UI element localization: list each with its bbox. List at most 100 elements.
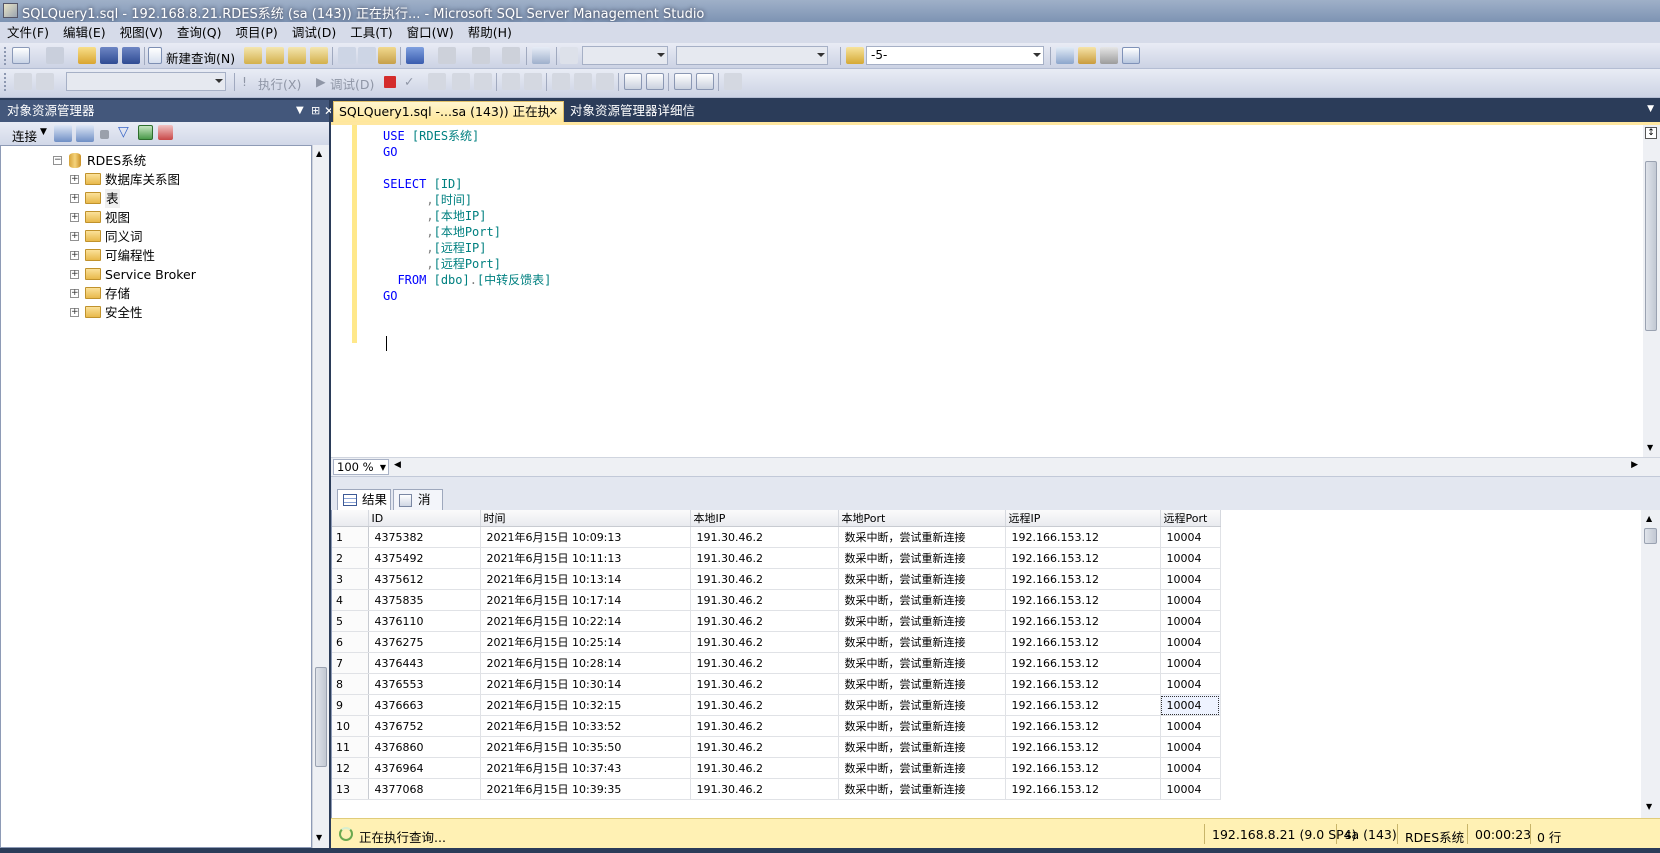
table-cell[interactable]: 191.30.46.2 bbox=[690, 715, 839, 737]
tab-messages[interactable]: 消息 bbox=[393, 489, 443, 527]
expand-icon[interactable]: + bbox=[70, 175, 79, 184]
db-engine-query-icon[interactable] bbox=[244, 47, 262, 64]
copy-icon[interactable] bbox=[358, 47, 376, 64]
table-cell[interactable]: 数采中断，尝试重新连接 bbox=[838, 673, 1006, 695]
display-plan-icon[interactable] bbox=[428, 73, 446, 90]
table-cell[interactable]: 2021年6月15日 10:39:35 bbox=[480, 778, 691, 800]
row-number[interactable]: 9 bbox=[332, 694, 369, 716]
menu-file[interactable]: 文件(F) bbox=[0, 22, 56, 43]
table-cell[interactable]: 4376553 bbox=[368, 673, 481, 695]
properties-icon[interactable] bbox=[1100, 47, 1118, 64]
table-cell[interactable]: 10004 bbox=[1160, 589, 1221, 611]
scroll-right-icon[interactable]: ▶ bbox=[1631, 460, 1638, 470]
redo-icon[interactable] bbox=[438, 47, 456, 64]
table-cell[interactable]: 191.30.46.2 bbox=[690, 568, 839, 590]
register-icon[interactable] bbox=[54, 125, 72, 142]
table-cell[interactable]: 192.166.153.12 bbox=[1005, 715, 1161, 737]
menu-edit[interactable]: 编辑(E) bbox=[56, 22, 113, 43]
table-cell[interactable]: 数采中断，尝试重新连接 bbox=[838, 589, 1006, 611]
table-cell[interactable]: 191.30.46.2 bbox=[690, 694, 839, 716]
include-plan-icon[interactable] bbox=[502, 73, 520, 90]
table-row[interactable]: 1 4375382 2021年6月15日 10:09:13 191.30.46.2 数采… bbox=[332, 526, 1221, 548]
toolbar-grip[interactable] bbox=[4, 47, 7, 65]
results-grid[interactable]: ID 时间 本地IP 本地Port 远程IP 远程Port 1 4375382 20… bbox=[331, 510, 1641, 818]
row-number[interactable]: 8 bbox=[332, 673, 369, 695]
table-row[interactable]: 10 4376752 2021年6月15日 10:33:52 191.30.46.2 数… bbox=[332, 715, 1221, 737]
column-header-local-port[interactable]: 本地Port bbox=[838, 510, 1006, 527]
scroll-thumb[interactable] bbox=[315, 667, 327, 767]
new-project-icon[interactable] bbox=[12, 47, 30, 64]
table-row[interactable]: 13 4377068 2021年6月15日 10:39:35 191.30.46.2 数… bbox=[332, 778, 1221, 800]
table-cell[interactable]: 数采中断，尝试重新连接 bbox=[838, 610, 1006, 632]
table-cell[interactable]: 191.30.46.2 bbox=[690, 778, 839, 800]
scroll-down-icon[interactable]: ▼ bbox=[1647, 443, 1653, 452]
table-cell[interactable]: 192.166.153.12 bbox=[1005, 631, 1161, 653]
tree-node-programmability[interactable]: + 可编程性 bbox=[70, 246, 300, 265]
table-cell[interactable]: 数采中断，尝试重新连接 bbox=[838, 547, 1006, 569]
table-cell[interactable]: 4376752 bbox=[368, 715, 481, 737]
table-cell[interactable]: 2021年6月15日 10:28:14 bbox=[480, 652, 691, 674]
comment-lines-icon[interactable] bbox=[624, 73, 642, 90]
column-header-remote-ip[interactable]: 远程IP bbox=[1005, 510, 1161, 527]
scroll-down-icon[interactable]: ▼ bbox=[316, 833, 322, 842]
table-cell[interactable]: 2021年6月15日 10:33:52 bbox=[480, 715, 691, 737]
table-cell[interactable]: 2021年6月15日 10:37:43 bbox=[480, 757, 691, 779]
expand-icon[interactable]: + bbox=[70, 251, 79, 260]
connect-icon[interactable] bbox=[14, 73, 32, 90]
table-cell[interactable]: 2021年6月15日 10:25:14 bbox=[480, 631, 691, 653]
editor-vertical-scrollbar[interactable]: ↕ ▼ bbox=[1643, 125, 1660, 457]
table-cell[interactable]: 4375492 bbox=[368, 547, 481, 569]
new-query-button[interactable]: 新建查询(N) bbox=[166, 48, 235, 67]
table-row[interactable]: 9 4376663 2021年6月15日 10:32:15 191.30.46.2 数采… bbox=[332, 694, 1221, 716]
decrease-indent-icon[interactable] bbox=[674, 73, 692, 90]
table-cell[interactable]: 2021年6月15日 10:35:50 bbox=[480, 736, 691, 758]
table-cell[interactable]: 192.166.153.12 bbox=[1005, 547, 1161, 569]
solution-config-combo[interactable] bbox=[582, 46, 668, 65]
registered-servers-icon[interactable] bbox=[1056, 47, 1074, 64]
table-cell[interactable]: 192.166.153.12 bbox=[1005, 652, 1161, 674]
table-cell[interactable]: 2021年6月15日 10:11:13 bbox=[480, 547, 691, 569]
paste-icon[interactable] bbox=[378, 47, 396, 64]
tree-node-security[interactable]: + 安全性 bbox=[70, 303, 300, 322]
table-row[interactable]: 11 4376860 2021年6月15日 10:35:50 191.30.46.2 数… bbox=[332, 736, 1221, 758]
find-combo[interactable]: -5- bbox=[866, 46, 1044, 65]
specify-values-icon[interactable] bbox=[474, 73, 492, 90]
results-vertical-scrollbar[interactable]: ▲ ▼ bbox=[1641, 510, 1660, 818]
table-cell[interactable]: 10004 bbox=[1160, 673, 1221, 695]
table-cell[interactable]: 192.166.153.12 bbox=[1005, 673, 1161, 695]
table-cell[interactable]: 10004 bbox=[1160, 568, 1221, 590]
table-row[interactable]: 6 4376275 2021年6月15日 10:25:14 191.30.46.2 数采… bbox=[332, 631, 1221, 653]
table-cell[interactable]: 数采中断，尝试重新连接 bbox=[838, 694, 1006, 716]
results-to-file-icon[interactable] bbox=[596, 73, 614, 90]
pin-icon[interactable]: ⊞ bbox=[311, 100, 320, 122]
row-number[interactable]: 13 bbox=[332, 778, 369, 800]
column-header-remote-port[interactable]: 远程Port bbox=[1160, 510, 1221, 527]
stop-icon[interactable] bbox=[100, 130, 109, 139]
row-number[interactable]: 4 bbox=[332, 589, 369, 611]
open-file-icon[interactable] bbox=[78, 47, 96, 64]
table-cell[interactable]: 2021年6月15日 10:09:13 bbox=[480, 526, 691, 548]
table-row[interactable]: 8 4376553 2021年6月15日 10:30:14 191.30.46.2 数采… bbox=[332, 673, 1221, 695]
table-cell[interactable]: 191.30.46.2 bbox=[690, 526, 839, 548]
zoom-combo[interactable]: 100 % ▼ bbox=[333, 459, 389, 475]
object-explorer-scrollbar[interactable]: ▲ ▼ bbox=[312, 145, 329, 848]
table-cell[interactable]: 4376275 bbox=[368, 631, 481, 653]
platform-combo[interactable] bbox=[676, 46, 828, 65]
save-icon[interactable] bbox=[100, 47, 118, 64]
table-cell[interactable]: 192.166.153.12 bbox=[1005, 778, 1161, 800]
tab-sqlquery1[interactable]: SQLQuery1.sql -...sa (143)) 正在执行... ✕ bbox=[333, 101, 564, 139]
table-cell[interactable]: 10004 bbox=[1160, 736, 1221, 758]
expand-icon[interactable]: + bbox=[70, 232, 79, 241]
connect-button[interactable]: 连接 bbox=[12, 126, 37, 145]
table-row[interactable]: 4 4375835 2021年6月15日 10:17:14 191.30.46.2 数采… bbox=[332, 589, 1221, 611]
table-cell[interactable]: 191.30.46.2 bbox=[690, 610, 839, 632]
table-cell[interactable]: 192.166.153.12 bbox=[1005, 526, 1161, 548]
connect-dropdown-icon[interactable]: ▼ bbox=[40, 127, 47, 137]
navigate-back-icon[interactable] bbox=[472, 47, 490, 64]
table-cell[interactable]: 4376443 bbox=[368, 652, 481, 674]
table-row[interactable]: 3 4375612 2021年6月15日 10:13:14 191.30.46.2 数采… bbox=[332, 568, 1221, 590]
table-cell[interactable]: 192.166.153.12 bbox=[1005, 694, 1161, 716]
undo-icon[interactable] bbox=[406, 47, 424, 64]
add-item-icon[interactable] bbox=[46, 47, 64, 64]
table-cell[interactable]: 191.30.46.2 bbox=[690, 631, 839, 653]
